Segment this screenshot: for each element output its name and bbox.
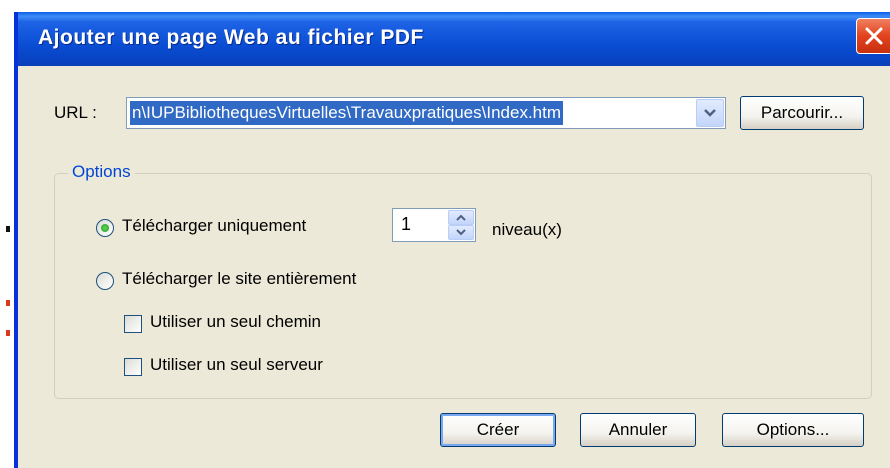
levels-up-button[interactable]: [448, 210, 474, 225]
checkbox-single-path[interactable]: [124, 315, 142, 333]
levels-input[interactable]: 1: [401, 214, 411, 235]
options-legend: Options: [68, 162, 135, 182]
background-mark: [6, 226, 10, 232]
add-webpage-dialog: Ajouter une page Web au fichier PDF URL …: [14, 12, 890, 468]
levels-unit-label: niveau(x): [492, 220, 562, 239]
background-mark: [6, 330, 10, 336]
url-label: URL :: [54, 103, 97, 122]
url-combobox[interactable]: n\IUPBibliothequesVirtuelles\Travauxprat…: [126, 97, 726, 129]
url-dropdown-button[interactable]: [696, 99, 724, 127]
radio-download-all[interactable]: [96, 272, 114, 290]
radio-download-only-label[interactable]: Télécharger uniquement: [122, 216, 306, 236]
chevron-down-icon: [456, 229, 466, 236]
checkbox-single-path-label[interactable]: Utiliser un seul chemin: [150, 312, 321, 332]
radio-download-all-label[interactable]: Télécharger le site entièrement: [122, 269, 356, 289]
checkbox-single-server-label[interactable]: Utiliser un seul serveur: [150, 355, 323, 375]
radio-selected-dot: [101, 224, 109, 232]
chevron-down-icon: [704, 109, 716, 117]
radio-download-only[interactable]: [96, 219, 114, 237]
dialog-body: URL : n\IUPBibliothequesVirtuelles\Trava…: [18, 66, 890, 468]
levels-down-button[interactable]: [448, 225, 474, 240]
close-button[interactable]: [856, 18, 890, 54]
title-bar[interactable]: Ajouter une page Web au fichier PDF: [18, 12, 890, 66]
browse-button[interactable]: Parcourir...: [740, 96, 864, 130]
screen: Ajouter une page Web au fichier PDF URL …: [0, 0, 890, 468]
chevron-up-icon: [456, 214, 466, 221]
url-input[interactable]: n\IUPBibliothequesVirtuelles\Travauxprat…: [130, 101, 564, 125]
checkbox-single-server[interactable]: [124, 358, 142, 376]
create-button[interactable]: Créer: [440, 413, 556, 447]
background-mark: [6, 300, 10, 306]
close-icon: [865, 27, 883, 45]
options-button[interactable]: Options...: [722, 413, 864, 447]
dialog-title: Ajouter une page Web au fichier PDF: [38, 26, 424, 49]
cancel-button[interactable]: Annuler: [580, 413, 696, 447]
levels-spinner[interactable]: 1: [392, 208, 476, 242]
